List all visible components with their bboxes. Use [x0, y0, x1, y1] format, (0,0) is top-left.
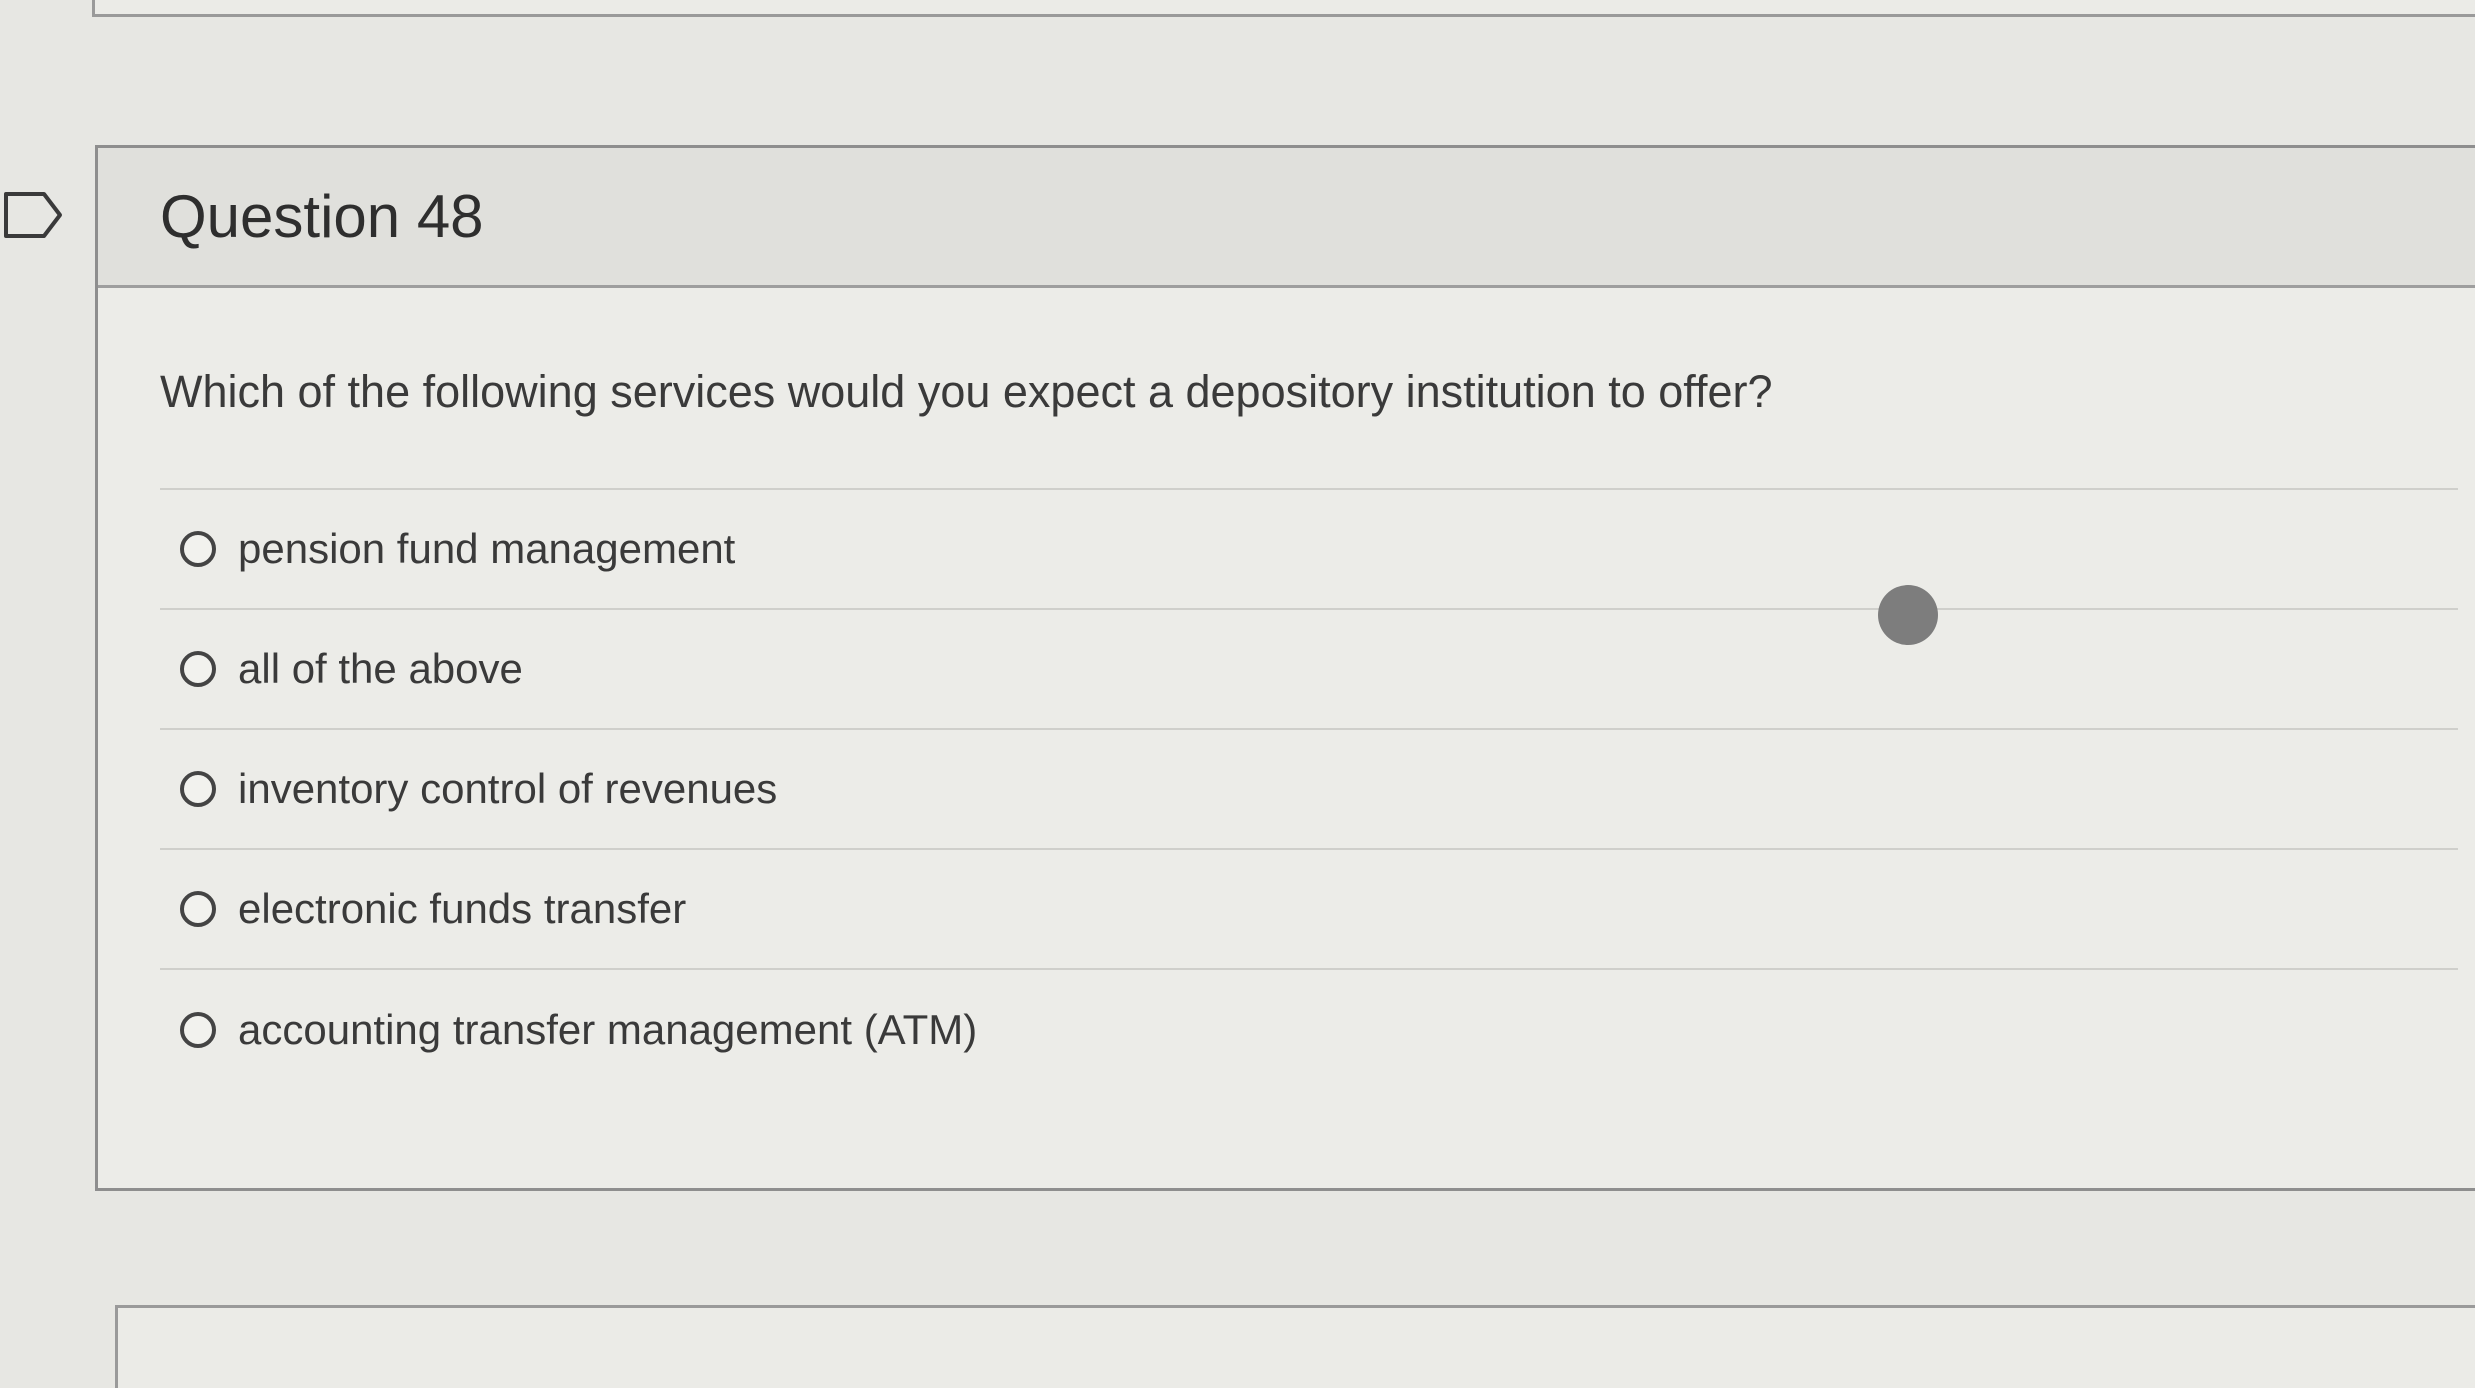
- answer-option[interactable]: accounting transfer management (ATM): [160, 970, 2458, 1090]
- answer-label: all of the above: [238, 645, 523, 692]
- question-card: Question 48 Which of the following servi…: [95, 145, 2475, 1191]
- answer-option[interactable]: pension fund management: [160, 490, 2458, 610]
- flag-question-icon[interactable]: [2, 190, 64, 240]
- answer-label: inventory control of revenues: [238, 765, 778, 812]
- radio-button-icon[interactable]: [180, 531, 216, 567]
- cursor-dot: [1878, 585, 1938, 645]
- question-title: Question 48: [160, 183, 484, 250]
- answer-option[interactable]: inventory control of revenues: [160, 730, 2458, 850]
- next-question-card-edge: [115, 1305, 2475, 1388]
- question-body: Which of the following services would yo…: [98, 288, 2475, 1090]
- question-header: Question 48: [98, 148, 2475, 288]
- question-text: Which of the following services would yo…: [160, 288, 2458, 490]
- radio-button-icon[interactable]: [180, 771, 216, 807]
- answer-label: accounting transfer management (ATM): [238, 1006, 978, 1053]
- radio-button-icon[interactable]: [180, 891, 216, 927]
- radio-button-icon[interactable]: [180, 651, 216, 687]
- previous-question-card-edge: [92, 0, 2475, 17]
- answer-options: pension fund management all of the above…: [160, 490, 2458, 1090]
- radio-button-icon[interactable]: [180, 1012, 216, 1048]
- answer-label: pension fund management: [238, 525, 736, 572]
- answer-option[interactable]: electronic funds transfer: [160, 850, 2458, 970]
- answer-label: electronic funds transfer: [238, 885, 687, 932]
- answer-option[interactable]: all of the above: [160, 610, 2458, 730]
